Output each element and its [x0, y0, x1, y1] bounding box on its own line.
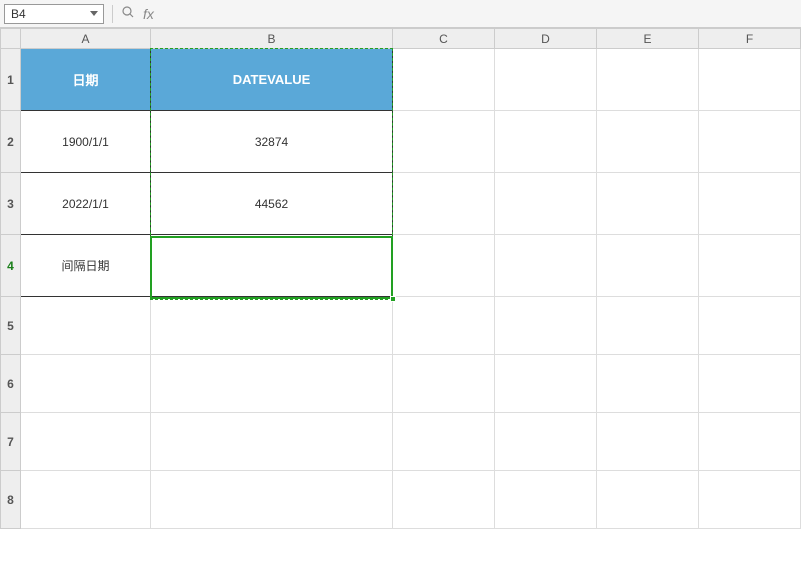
- chevron-down-icon[interactable]: [87, 7, 101, 21]
- cell-E1[interactable]: [597, 49, 699, 111]
- formula-bar-area: fx: [121, 4, 797, 24]
- cell-E6[interactable]: [597, 355, 699, 413]
- cell-D7[interactable]: [495, 413, 597, 471]
- cell-A3[interactable]: 2022/1/1: [21, 173, 151, 235]
- name-box[interactable]: B4: [4, 4, 104, 24]
- col-head-E[interactable]: E: [597, 29, 699, 49]
- cell-F5[interactable]: [699, 297, 801, 355]
- cell-C8[interactable]: [393, 471, 495, 529]
- cell-C6[interactable]: [393, 355, 495, 413]
- cell-A8[interactable]: [21, 471, 151, 529]
- cell-B1[interactable]: DATEVALUE: [151, 49, 393, 111]
- cell-A4[interactable]: 间隔日期: [21, 235, 151, 297]
- cell-C5[interactable]: [393, 297, 495, 355]
- cell-F7[interactable]: [699, 413, 801, 471]
- cell-B4[interactable]: [151, 235, 393, 297]
- row-head-6[interactable]: 6: [1, 355, 21, 413]
- row-head-8[interactable]: 8: [1, 471, 21, 529]
- col-head-A[interactable]: A: [21, 29, 151, 49]
- cell-B6[interactable]: [151, 355, 393, 413]
- cell-C2[interactable]: [393, 111, 495, 173]
- cell-E8[interactable]: [597, 471, 699, 529]
- spreadsheet-grid[interactable]: A B C D E F 1 日期 DATEVALUE 2 1900/1/1 32…: [0, 28, 801, 529]
- formula-toolbar: B4 fx: [0, 0, 801, 28]
- col-head-D[interactable]: D: [495, 29, 597, 49]
- cell-F3[interactable]: [699, 173, 801, 235]
- cell-E5[interactable]: [597, 297, 699, 355]
- cell-C4[interactable]: [393, 235, 495, 297]
- cell-C3[interactable]: [393, 173, 495, 235]
- cell-F1[interactable]: [699, 49, 801, 111]
- search-icon[interactable]: [121, 5, 135, 22]
- row-head-5[interactable]: 5: [1, 297, 21, 355]
- cell-B8[interactable]: [151, 471, 393, 529]
- col-head-F[interactable]: F: [699, 29, 801, 49]
- cell-D4[interactable]: [495, 235, 597, 297]
- cell-C7[interactable]: [393, 413, 495, 471]
- cell-B3[interactable]: 44562: [151, 173, 393, 235]
- cell-F2[interactable]: [699, 111, 801, 173]
- cell-E7[interactable]: [597, 413, 699, 471]
- row-head-2[interactable]: 2: [1, 111, 21, 173]
- cell-C1[interactable]: [393, 49, 495, 111]
- fill-handle[interactable]: [390, 296, 396, 302]
- cell-D2[interactable]: [495, 111, 597, 173]
- cell-B2[interactable]: 32874: [151, 111, 393, 173]
- row-head-7[interactable]: 7: [1, 413, 21, 471]
- cell-E4[interactable]: [597, 235, 699, 297]
- cell-E2[interactable]: [597, 111, 699, 173]
- cell-A1[interactable]: 日期: [21, 49, 151, 111]
- cell-B7[interactable]: [151, 413, 393, 471]
- fx-icon[interactable]: fx: [139, 6, 158, 22]
- cell-D8[interactable]: [495, 471, 597, 529]
- cell-A7[interactable]: [21, 413, 151, 471]
- col-head-B[interactable]: B: [151, 29, 393, 49]
- formula-input[interactable]: [162, 4, 797, 24]
- cell-F8[interactable]: [699, 471, 801, 529]
- select-all-corner[interactable]: [1, 29, 21, 49]
- separator: [112, 5, 113, 23]
- cell-D3[interactable]: [495, 173, 597, 235]
- cell-A6[interactable]: [21, 355, 151, 413]
- cell-D1[interactable]: [495, 49, 597, 111]
- cell-A5[interactable]: [21, 297, 151, 355]
- cell-D5[interactable]: [495, 297, 597, 355]
- cell-F4[interactable]: [699, 235, 801, 297]
- row-head-3[interactable]: 3: [1, 173, 21, 235]
- row-head-4[interactable]: 4: [1, 235, 21, 297]
- cell-F6[interactable]: [699, 355, 801, 413]
- name-box-value: B4: [11, 7, 26, 21]
- col-head-C[interactable]: C: [393, 29, 495, 49]
- cell-E3[interactable]: [597, 173, 699, 235]
- cell-A2[interactable]: 1900/1/1: [21, 111, 151, 173]
- row-head-1[interactable]: 1: [1, 49, 21, 111]
- cell-B5[interactable]: [151, 297, 393, 355]
- cell-D6[interactable]: [495, 355, 597, 413]
